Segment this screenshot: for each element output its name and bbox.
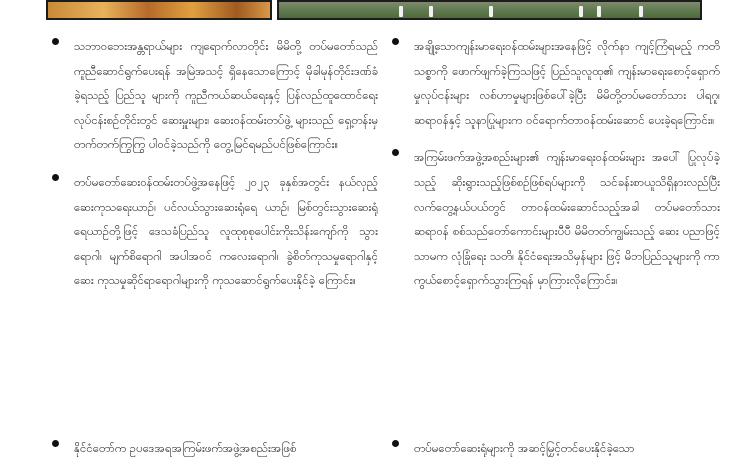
bullet-icon	[52, 173, 59, 181]
bullet-icon	[392, 440, 399, 447]
bullet-text: အချို့သောကျန်းမာရေးဝန်ထမ်းများအနေဖြင့် လ…	[414, 39, 720, 127]
document-page: သဘာဝဘေးအန္တရာယ်များ ကျရောက်လာတိုင်း မိမိ…	[0, 0, 750, 460]
bullet-text: အကြမ်းဖက်အဖွဲ့အစည်းများ၏ ကျန်းမာရေးဝန်ထမ…	[414, 150, 720, 288]
left-column: သဘာဝဘေးအန္တရာယ်များ ကျရောက်လာတိုင်း မိမိ…	[48, 34, 378, 455]
photo-figure	[489, 6, 493, 17]
right-column: အချို့သောကျန်းမာရေးဝန်ထမ်းများအနေဖြင့် လ…	[388, 34, 720, 455]
photo-figure	[639, 6, 643, 17]
bullet-text: သဘာဝဘေးအန္တရာယ်များ ကျရောက်လာတိုင်း မိမိ…	[74, 39, 378, 152]
bullet-item: သဘာဝဘေးအန္တရာယ်များ ကျရောက်လာတိုင်း မိမိ…	[48, 34, 378, 157]
photo-right	[277, 0, 702, 20]
bullet-text: တပ်မတော်ဆေးရုံများကို အဆင့်မြှင့်တင်ပေးန…	[414, 441, 635, 455]
bullet-item: အကြမ်းဖက်အဖွဲ့အစည်းများ၏ ကျန်းမာရေးဝန်ထမ…	[388, 145, 720, 293]
bullet-item: တပ်မတော်ဆေးရုံများကို အဆင့်မြှင့်တင်ပေးန…	[388, 436, 720, 460]
bullet-icon	[392, 149, 399, 157]
photo-figure	[597, 6, 601, 17]
bullet-text: တပ်မတော်ဆေးဝန်ထမ်းတပ်ဖွဲ့အနေဖြင့် ၂၀၂၃ ခ…	[74, 174, 378, 288]
bullet-item: နိုင်ငံတော်က ဥပဒေအရအကြမ်းဖက်အဖွဲ့အစည်းအဖ…	[48, 436, 378, 460]
photo-figure	[579, 6, 583, 17]
photo-figure	[399, 6, 403, 17]
bullet-item: တပ်မတော်ဆေးဝန်ထမ်းတပ်ဖွဲ့အနေဖြင့် ၂၀၂၃ ခ…	[48, 170, 378, 293]
bullet-icon	[52, 440, 59, 447]
bullet-icon	[392, 38, 399, 45]
bullet-icon	[52, 38, 59, 45]
bullet-item: အချို့သောကျန်းမာရေးဝန်ထမ်းများအနေဖြင့် လ…	[388, 34, 720, 132]
photo-left	[46, 0, 272, 20]
bullet-text: နိုင်ငံတော်က ဥပဒေအရအကြမ်းဖက်အဖွဲ့အစည်းအဖ…	[74, 441, 297, 455]
photo-figure	[429, 6, 433, 17]
photo-strip	[46, 0, 702, 20]
